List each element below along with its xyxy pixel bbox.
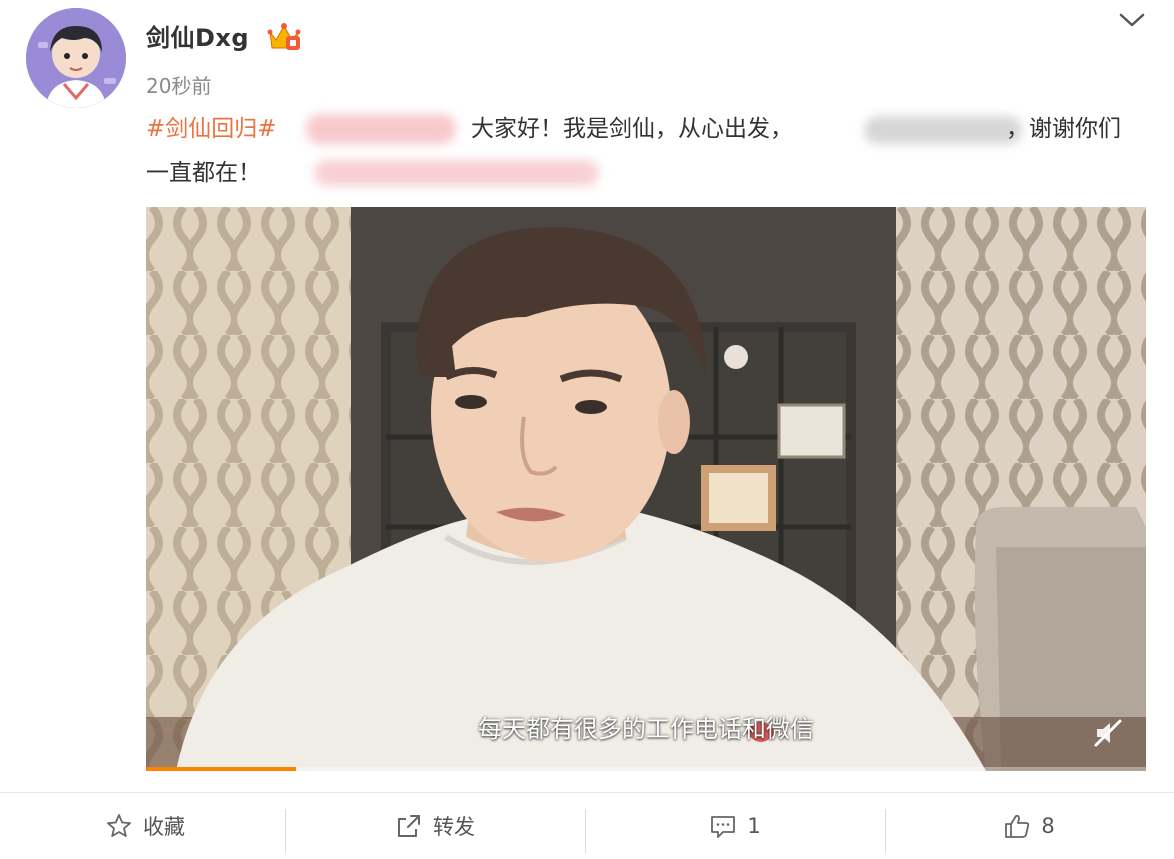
mute-icon[interactable] bbox=[1092, 717, 1124, 749]
avatar[interactable] bbox=[26, 8, 126, 108]
repost-button[interactable]: 转发 bbox=[290, 793, 580, 859]
post-text-line-2: 一直都在！ bbox=[146, 156, 1146, 192]
video-progress-fill bbox=[146, 767, 296, 771]
redacted-text bbox=[306, 114, 456, 144]
post-text-line-1: #剑仙回归# 大家好！我是剑仙，从心出发， ，谢谢你们 bbox=[146, 112, 1146, 148]
repost-label: 转发 bbox=[433, 815, 475, 839]
chevron-down-icon[interactable] bbox=[1118, 10, 1146, 30]
crown-vip-icon[interactable] bbox=[266, 20, 302, 52]
favorite-button[interactable]: 收藏 bbox=[0, 793, 290, 859]
video-frame bbox=[146, 207, 1146, 771]
comment-count: 1 bbox=[747, 814, 761, 838]
username[interactable]: 剑仙Dxg bbox=[146, 18, 249, 53]
video-subtitle: 每天都有很多的工作电话和微信 bbox=[478, 715, 814, 743]
avatar-illustration bbox=[26, 8, 126, 108]
post-text-part-2: ，谢谢你们 bbox=[1006, 116, 1121, 142]
action-bar: 收藏 转发 1 8 bbox=[0, 793, 1174, 859]
video-player[interactable]: 每天都有很多的工作电话和微信 bbox=[146, 207, 1146, 771]
share-arrow-icon bbox=[398, 815, 420, 837]
comment-icon bbox=[711, 816, 736, 838]
post-timestamp[interactable]: 20秒前 bbox=[146, 70, 211, 99]
redacted-link bbox=[314, 160, 599, 186]
like-count: 8 bbox=[1041, 814, 1055, 838]
action-separator bbox=[585, 809, 586, 853]
redacted-text bbox=[864, 116, 1022, 144]
action-separator bbox=[285, 809, 286, 853]
topic-hashtag[interactable]: #剑仙回归# bbox=[146, 112, 277, 146]
post-text-part-1: 大家好！我是剑仙，从心出发， bbox=[471, 116, 793, 142]
comment-button[interactable]: 1 bbox=[590, 793, 880, 859]
like-button[interactable]: 8 bbox=[884, 793, 1174, 859]
video-progress-bar[interactable] bbox=[146, 767, 1146, 771]
star-icon bbox=[107, 814, 131, 837]
thumbs-up-icon bbox=[1005, 814, 1030, 838]
post-text-line-2-text: 一直都在！ bbox=[146, 160, 261, 186]
favorite-label: 收藏 bbox=[143, 815, 185, 839]
